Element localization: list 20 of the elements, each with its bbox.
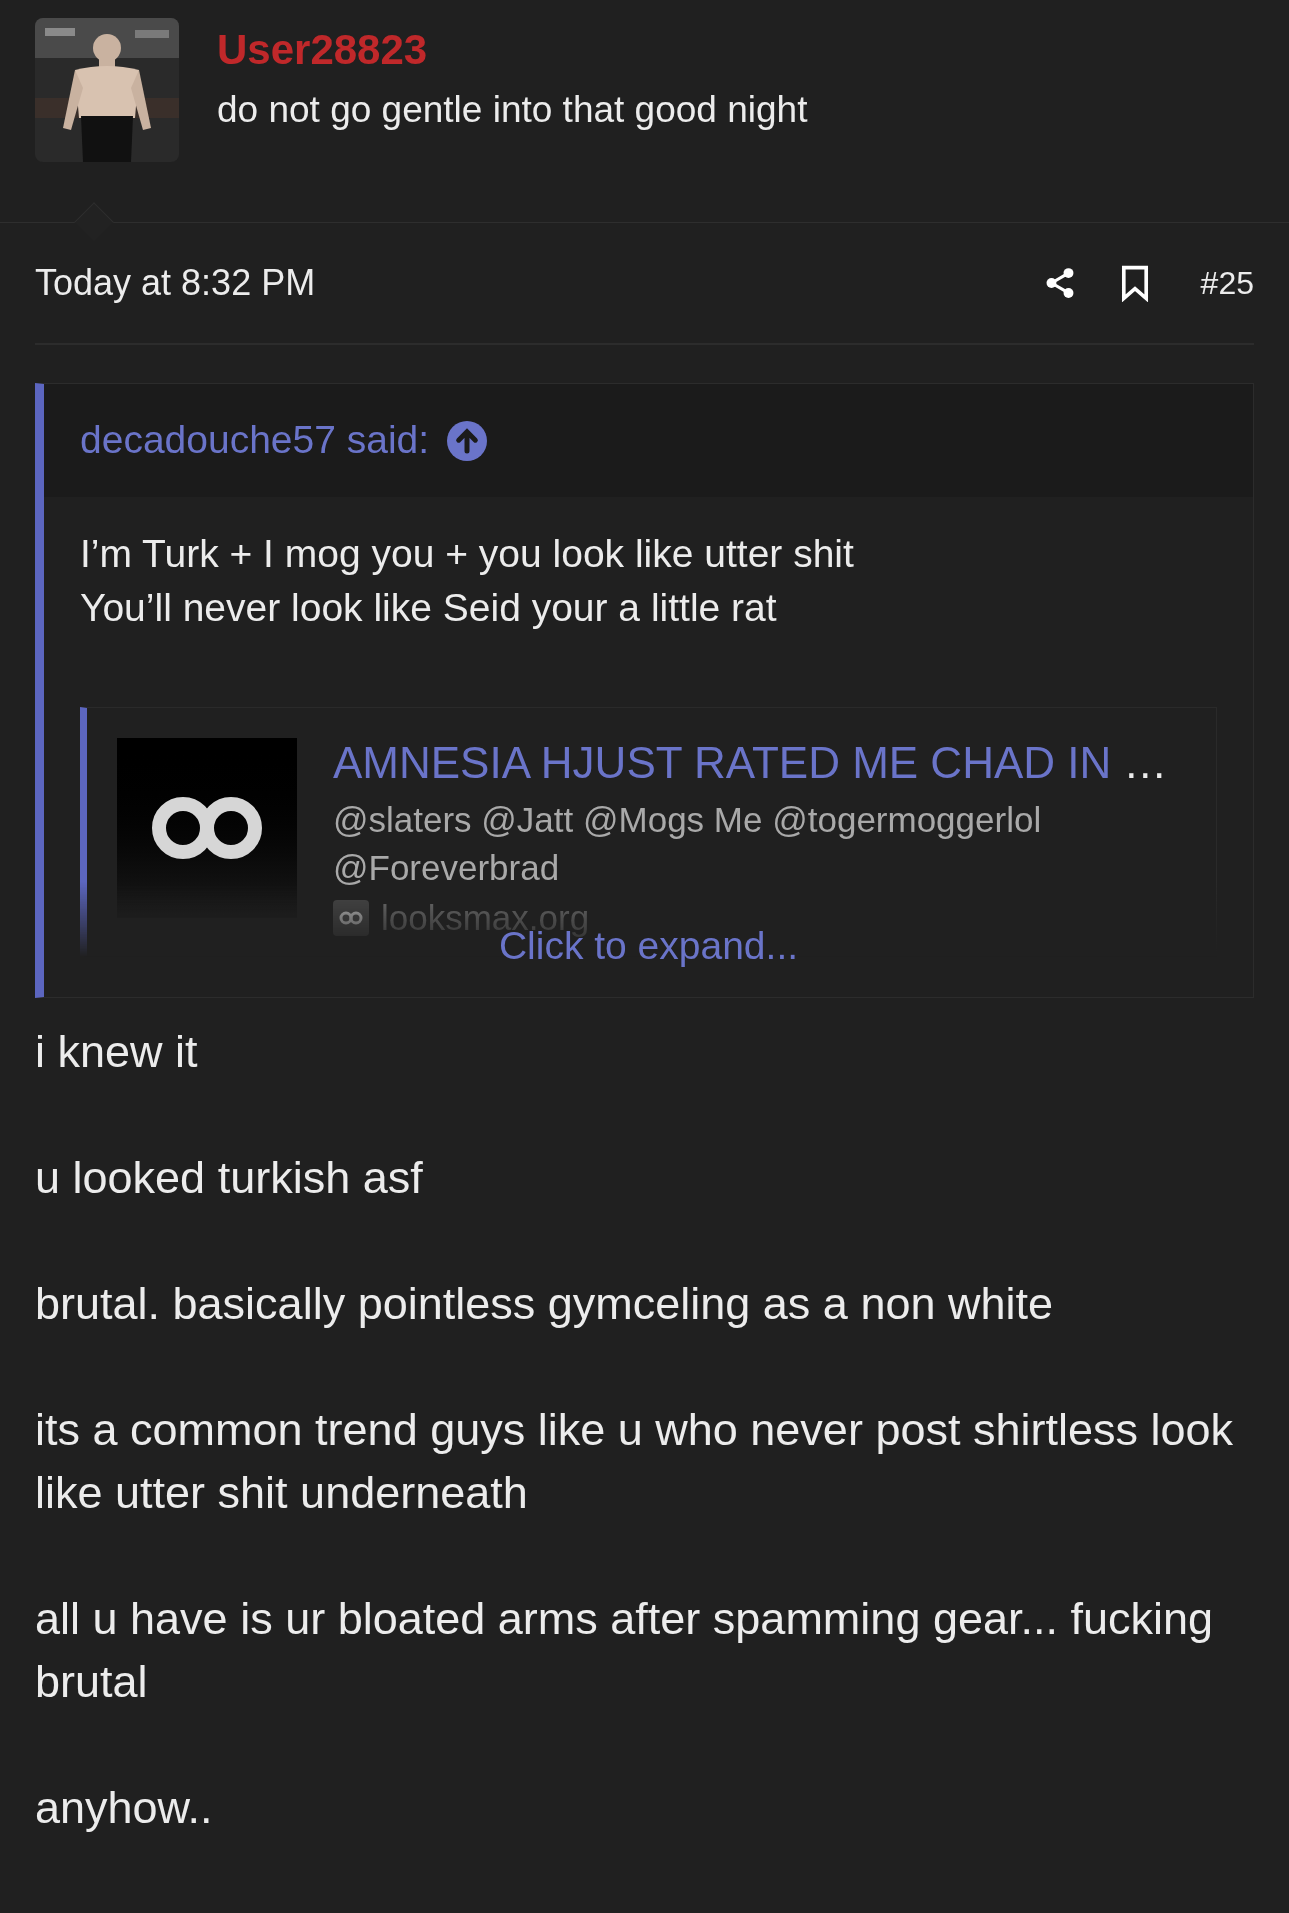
post-paragraph: anyhow.. (35, 1781, 214, 1835)
post-paragraph: all u have is ur bloated arms after spamming gear... fucking brutal (35, 1592, 1215, 1709)
bookmark-icon[interactable] (1120, 264, 1149, 302)
post-paragraph: its a common trend guys like u who never post shirtless look like utter shit underneath (35, 1403, 1235, 1520)
embed-title[interactable]: AMNESIA HJUST RATED ME CHAD IN (333, 738, 1112, 788)
quote-text-line: I’m Turk + I mog you + you look like utter shit (80, 531, 855, 577)
post-number[interactable]: #25 (1200, 259, 1254, 307)
embed-title-ellipsis: … (1123, 738, 1168, 788)
username[interactable]: User28823 (217, 26, 808, 74)
arrow-up-icon[interactable] (447, 420, 488, 461)
quote-author[interactable]: decadouche57 said: (80, 411, 430, 470)
post-paragraph: i knew it (35, 1025, 199, 1079)
post-paragraph: u looked turkish asf (35, 1151, 424, 1205)
embed-description: @slaters @Jatt @Mogs Me @togermoggerlol @Foreverbrad (333, 799, 1043, 889)
post-paragraph: brutal. basically pointless gymceling as a non white (35, 1277, 1055, 1331)
post-date[interactable]: Today at 8:32 PM (35, 256, 1043, 310)
logo-icon (117, 738, 297, 918)
quote-text-line: You’ll never look like Seid your a little rat (80, 585, 778, 631)
site-icon (333, 900, 369, 936)
user-tagline: do not go gentle into that good night (217, 88, 808, 132)
